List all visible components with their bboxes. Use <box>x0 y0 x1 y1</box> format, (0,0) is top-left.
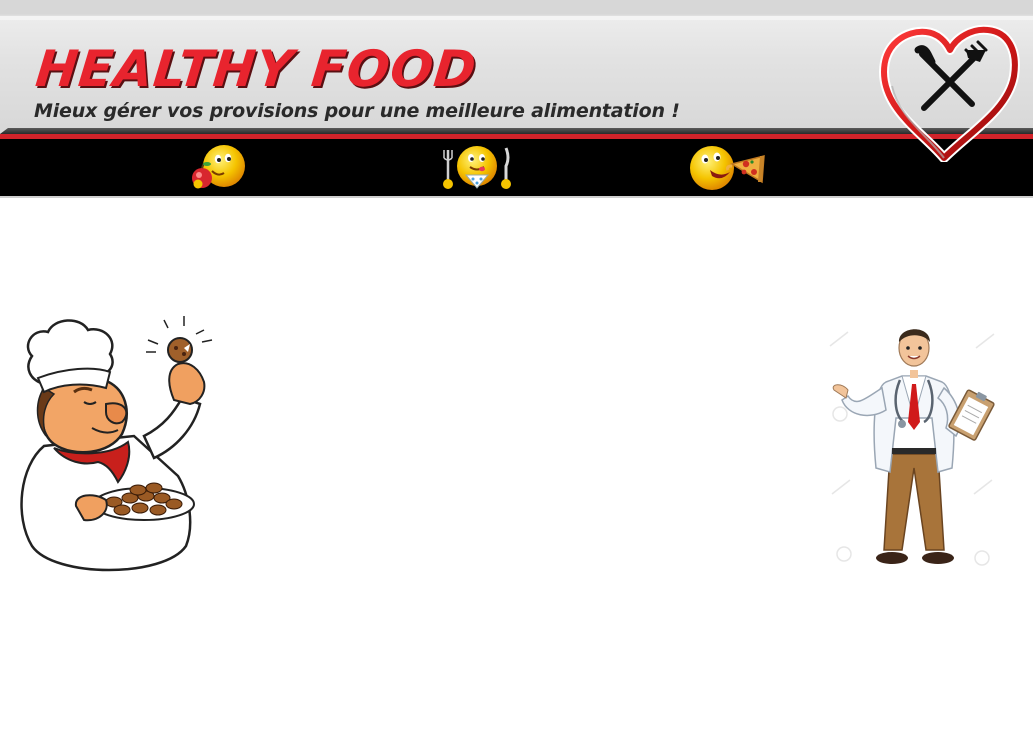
heart-fork-knife-icon <box>879 24 1020 163</box>
nav-item-fork-knife[interactable] <box>440 142 514 194</box>
doctor-with-clipboard-icon <box>829 329 995 566</box>
chef-with-cookies-icon <box>20 316 213 572</box>
nav-item-pizza[interactable] <box>688 142 770 194</box>
header-top-line <box>0 16 1033 20</box>
chef-illustration <box>14 316 224 578</box>
nav-item-apple[interactable] <box>186 142 252 194</box>
navigation-bar-border <box>0 196 1033 198</box>
emoji-eating-pizza-icon <box>690 146 765 190</box>
heart-fork-knife-logo[interactable] <box>878 24 1020 163</box>
doctor-illustration <box>826 318 1002 576</box>
emoji-eating-apple-icon <box>192 145 245 189</box>
site-subtitle: Mieux gérer vos provisions pour une meil… <box>34 100 680 122</box>
emoji-with-fork-and-knife-icon <box>443 146 511 189</box>
site-title: HEALTHY FOOD <box>32 40 480 98</box>
